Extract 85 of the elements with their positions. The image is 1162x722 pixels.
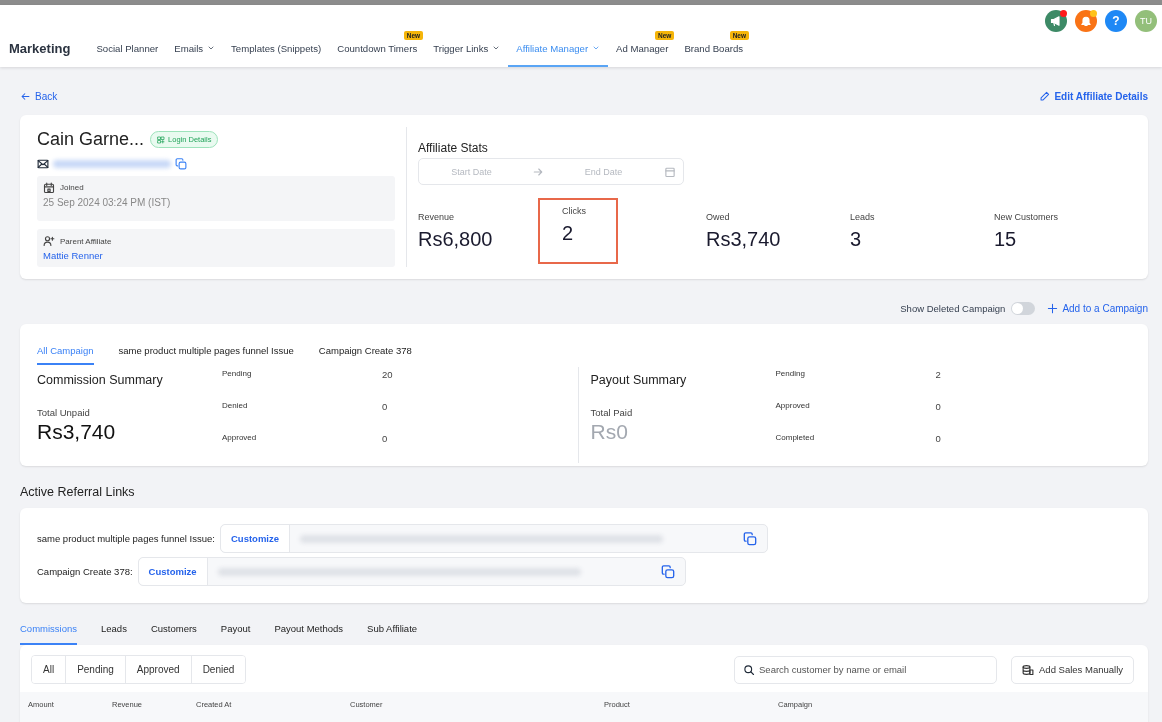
status-label: Pending bbox=[775, 368, 806, 380]
referral-link-field[interactable]: Customize bbox=[219, 524, 768, 553]
arrow-right-icon bbox=[531, 165, 544, 178]
end-date-input[interactable]: End Date bbox=[558, 165, 649, 178]
campaign-tab[interactable]: All Campaign bbox=[37, 340, 94, 365]
nav-tab[interactable]: Trigger Links bbox=[425, 31, 509, 67]
total-amount: Rs3,740 bbox=[37, 420, 117, 444]
toggle-switch[interactable] bbox=[1011, 301, 1036, 315]
status-count: 20 bbox=[382, 368, 394, 382]
stat-value: Rs3,740 bbox=[706, 228, 782, 251]
back-link[interactable]: Back bbox=[20, 90, 58, 102]
status-count: 0 bbox=[935, 432, 942, 446]
joined-date: 25 Sep 2024 03:24 PM (IST) bbox=[43, 196, 172, 208]
parent-affiliate-link[interactable]: Mattie Renner bbox=[43, 250, 389, 261]
status-label: Approved bbox=[222, 432, 258, 444]
total-label: Total Paid bbox=[590, 407, 634, 418]
user-plus-icon bbox=[43, 235, 55, 247]
nav-tab[interactable]: Affiliate Manager bbox=[508, 31, 609, 67]
coins-icon bbox=[1022, 663, 1035, 676]
envelope-icon bbox=[37, 158, 49, 171]
bell-icon bbox=[1080, 15, 1092, 27]
nav-tab[interactable]: Emails bbox=[166, 31, 224, 67]
search-field[interactable]: Search customer by name or email bbox=[734, 655, 998, 684]
detail-tab[interactable]: Leads bbox=[101, 617, 127, 645]
nav-tab[interactable]: Social Planner bbox=[88, 31, 167, 67]
campaign-tab[interactable]: same product multiple pages funnel Issue bbox=[118, 340, 294, 365]
parent-affiliate-label: Parent Affiliate bbox=[60, 236, 112, 246]
stat-label: Owed bbox=[706, 212, 731, 222]
status-label: Denied bbox=[222, 400, 249, 412]
plus-icon bbox=[1047, 302, 1059, 314]
announcements-button[interactable] bbox=[1045, 10, 1067, 32]
detail-tab[interactable]: Customers bbox=[150, 617, 197, 645]
status-count: 2 bbox=[935, 368, 942, 382]
nav-tab[interactable]: Templates (Snippets) bbox=[223, 31, 330, 67]
customize-button[interactable]: Customize bbox=[220, 525, 290, 552]
add-sales-button[interactable]: Add Sales Manually bbox=[1011, 655, 1134, 684]
joined-label: Joined bbox=[60, 183, 84, 193]
status-count: 0 bbox=[382, 400, 389, 414]
stat-value: 15 bbox=[994, 228, 1018, 251]
megaphone-icon bbox=[1050, 15, 1062, 27]
search-icon bbox=[743, 663, 756, 676]
summary-title: Commission Summary bbox=[37, 372, 164, 389]
copy-icon[interactable] bbox=[660, 564, 675, 579]
arrow-left-icon bbox=[20, 90, 31, 102]
stats-title: Affiliate Stats bbox=[418, 141, 489, 155]
section-title: Active Referral Links bbox=[20, 484, 136, 501]
status-label: Approved bbox=[775, 400, 811, 412]
add-campaign-link[interactable]: Add to a Campaign bbox=[1047, 302, 1148, 314]
stat-label: Revenue bbox=[418, 212, 456, 222]
date-range-field[interactable]: Start Date End Date bbox=[418, 158, 684, 185]
grid-icon bbox=[157, 135, 166, 144]
copy-icon[interactable] bbox=[742, 531, 757, 546]
filter-button[interactable]: All bbox=[32, 656, 67, 683]
detail-tab[interactable]: Payout Methods bbox=[274, 617, 344, 645]
calendar-icon bbox=[663, 165, 676, 178]
total-label: Total Unpaid bbox=[37, 407, 91, 418]
pencil-icon bbox=[1039, 90, 1051, 102]
stat-value: 2 bbox=[562, 222, 575, 245]
campaign-label: same product multiple pages funnel Issue: bbox=[37, 533, 215, 544]
stat-value: 3 bbox=[850, 228, 863, 251]
detail-tab[interactable]: Sub Affiliate bbox=[367, 617, 418, 645]
campaign-label: Campaign Create 378: bbox=[37, 566, 133, 577]
stat-label: Leads bbox=[850, 212, 876, 222]
show-deleted-label: Show Deleted Campaign bbox=[900, 302, 1006, 314]
help-button[interactable]: ? bbox=[1105, 10, 1127, 32]
status-label: Pending bbox=[222, 368, 253, 380]
app-title: Marketing bbox=[9, 40, 71, 56]
summary-title: Payout Summary bbox=[590, 372, 688, 389]
total-amount: Rs0 bbox=[590, 420, 629, 444]
stat-label: Clicks bbox=[562, 206, 587, 216]
calendar-icon bbox=[43, 181, 55, 194]
status-count: 0 bbox=[935, 400, 942, 414]
status-label: Completed bbox=[775, 432, 816, 444]
customize-button[interactable]: Customize bbox=[138, 558, 208, 585]
status-count: 0 bbox=[382, 432, 389, 446]
detail-tab[interactable]: Payout bbox=[220, 617, 251, 645]
edit-affiliate-link[interactable]: Edit Affiliate Details bbox=[1039, 90, 1148, 102]
stat-value: Rs6,800 bbox=[418, 228, 494, 251]
stat-label: New Customers bbox=[994, 212, 1059, 222]
start-date-input[interactable]: Start Date bbox=[426, 165, 517, 178]
affiliate-name: Cain Garne... bbox=[37, 129, 145, 151]
campaign-tab[interactable]: Campaign Create 378 bbox=[318, 340, 412, 365]
copy-icon[interactable] bbox=[175, 158, 187, 171]
notifications-button[interactable] bbox=[1075, 10, 1097, 32]
referral-link-field[interactable]: Customize bbox=[137, 557, 686, 586]
